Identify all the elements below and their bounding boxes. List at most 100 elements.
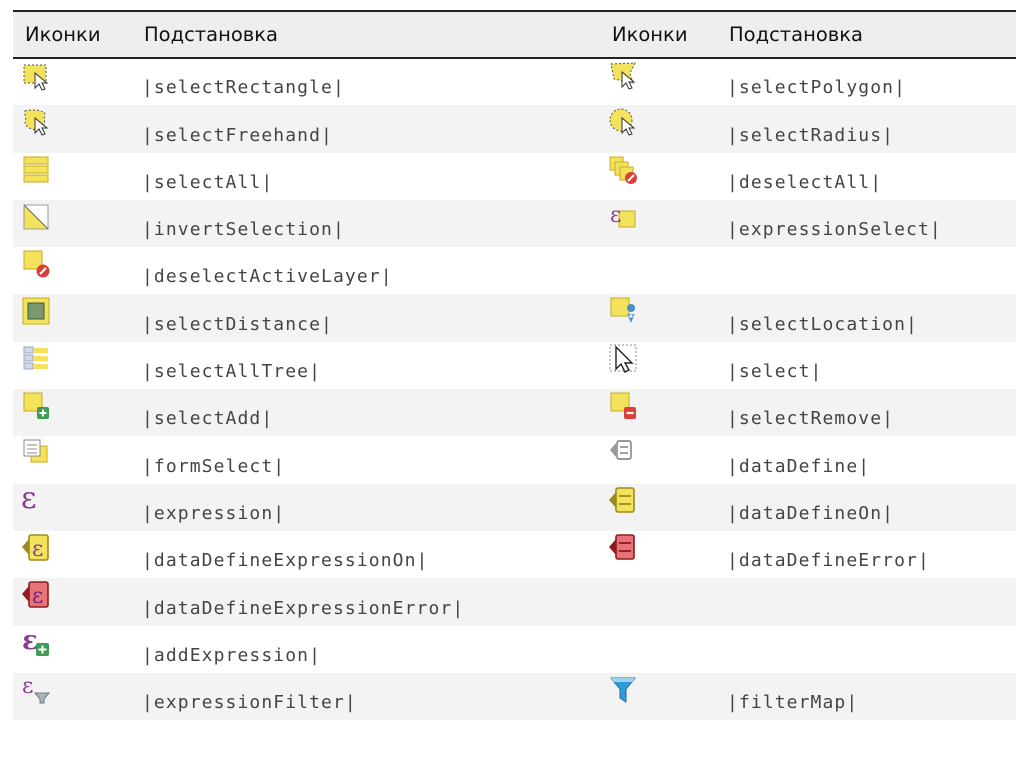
icon-cell (13, 436, 132, 483)
svg-text:ε: ε (22, 628, 38, 656)
select-polygon-icon (610, 62, 636, 90)
select-all-tree-icon (23, 346, 48, 370)
icon-cell (13, 247, 132, 294)
select-distance-icon (22, 297, 50, 325)
icon-cell: ε (13, 484, 132, 531)
svg-text:ε: ε (22, 675, 33, 699)
icon-cell: ε (13, 531, 132, 578)
substitution-cell: |dataDefineOn| (727, 502, 895, 524)
substitution-cell: |select| (727, 361, 823, 383)
substitution-cell: |selectRemove| (727, 408, 895, 430)
icon-cell (13, 58, 132, 105)
icon-cell (600, 673, 717, 720)
svg-text:ε: ε (610, 203, 621, 228)
substitution-cell-empty (717, 578, 1016, 625)
select-all-icon (23, 156, 49, 183)
expression-select-icon: ε (610, 203, 636, 228)
select-cursor-icon (609, 344, 637, 373)
icon-cell (13, 342, 132, 389)
table-row: |deselectActiveLayer| (13, 247, 1016, 295)
substitution-cell-empty (717, 626, 1016, 673)
substitution-cell: |filterMap| (727, 692, 859, 714)
icon-cell (600, 153, 717, 200)
substitution-cell: |expressionFilter| (142, 692, 357, 714)
icon-cell (600, 294, 717, 341)
select-remove-icon (610, 392, 636, 420)
substitution-cell: |deselectActiveLayer| (142, 266, 393, 288)
substitution-cell-empty (717, 247, 1016, 294)
substitution-cell: |selectRectangle| (142, 77, 345, 99)
invert-selection-icon (23, 204, 49, 230)
substitution-cell: |dataDefine| (727, 455, 871, 477)
icon-cell: ε (13, 673, 132, 720)
substitution-cell: |dataDefineError| (727, 550, 930, 572)
icon-cell (600, 389, 717, 436)
icon-cell (600, 484, 717, 531)
icon-substitution-table: Иконки Подстановка Иконки Подстановка |s… (13, 10, 1016, 721)
svg-text:ε: ε (32, 537, 43, 562)
table-row: |invertSelection| ε |expressionSelect| (13, 199, 1016, 248)
substitution-cell: |dataDefineExpressionOn| (142, 550, 429, 572)
select-add-icon (23, 392, 49, 420)
select-radius-icon (609, 108, 636, 136)
table-row: ε |addExpression| (13, 625, 1016, 673)
icon-cell (13, 389, 132, 436)
table-row: ε |expressionFilter| |filterMap| (13, 672, 1016, 721)
icon-cell: ε (13, 578, 132, 625)
icon-cell (13, 153, 132, 200)
substitution-cell: |deselectAll| (727, 171, 883, 193)
substitution-cell: |selectDistance| (142, 313, 333, 335)
deselect-active-layer-icon (23, 250, 50, 278)
substitution-cell: |expression| (142, 502, 286, 524)
table-row: |selectDistance| |selectLocation| (13, 294, 1016, 342)
icon-cell (600, 531, 717, 578)
expression-filter-icon: ε (22, 675, 51, 704)
substitution-cell: |formSelect| (142, 455, 286, 477)
header-substitution-left: Подстановка (144, 23, 279, 46)
expression-icon: ε (21, 483, 37, 516)
add-expression-icon: ε (22, 628, 49, 656)
substitution-cell: |selectAdd| (142, 408, 274, 430)
table-row: |formSelect| |dataDefine| (13, 436, 1016, 484)
icon-cell (600, 58, 717, 105)
select-rectangle-icon (23, 64, 49, 91)
table-header: Иконки Подстановка Иконки Подстановка (13, 11, 1016, 58)
table-row: ε |dataDefineExpressionOn| |dataDefineEr… (13, 530, 1016, 579)
icon-cell (600, 436, 717, 483)
deselect-all-icon (609, 156, 637, 184)
substitution-cell: |expressionSelect| (727, 219, 942, 241)
table-row: |selectAllTree| |select| (13, 341, 1016, 390)
icon-cell (13, 200, 132, 247)
icon-cell (13, 105, 132, 152)
data-define-expression-on-icon: ε (22, 534, 49, 562)
header-substitution-right: Подстановка (729, 23, 864, 46)
substitution-cell: |selectAll| (142, 171, 274, 193)
icon-cell-empty (600, 626, 717, 673)
header-icons-left: Иконки (25, 23, 101, 46)
table-row: |selectFreehand| |selectRadius| (13, 105, 1016, 153)
filter-map-icon (609, 677, 637, 703)
table-row: ε |expression| |dataDefineOn| (13, 483, 1016, 531)
icon-cell-empty (600, 247, 717, 294)
icon-cell: ε (600, 200, 717, 247)
header-icons-right: Иконки (612, 23, 688, 46)
table-row: |selectRectangle| |selectPolygon| (13, 58, 1016, 106)
substitution-cell: |addExpression| (142, 644, 322, 666)
select-location-icon (610, 297, 636, 324)
substitution-cell: |selectAllTree| (142, 361, 322, 383)
table-row: ε |dataDefineExpressionError| (13, 578, 1016, 626)
table-row: |selectAll| |deselectAll| (13, 152, 1016, 200)
data-define-expression-error-icon: ε (22, 581, 49, 609)
substitution-cell: |selectPolygon| (727, 77, 907, 99)
icon-cell (13, 294, 132, 341)
icon-cell (600, 105, 717, 152)
substitution-cell: |invertSelection| (142, 219, 345, 241)
substitution-cell: |selectLocation| (727, 313, 918, 335)
data-define-on-icon (609, 486, 635, 513)
svg-text:ε: ε (32, 584, 43, 609)
table-row: |selectAdd| |selectRemove| (13, 389, 1016, 437)
form-select-icon (23, 439, 48, 463)
substitution-cell: |selectRadius| (727, 124, 895, 146)
icon-cell-empty (600, 578, 717, 625)
substitution-cell: |selectFreehand| (142, 124, 333, 146)
